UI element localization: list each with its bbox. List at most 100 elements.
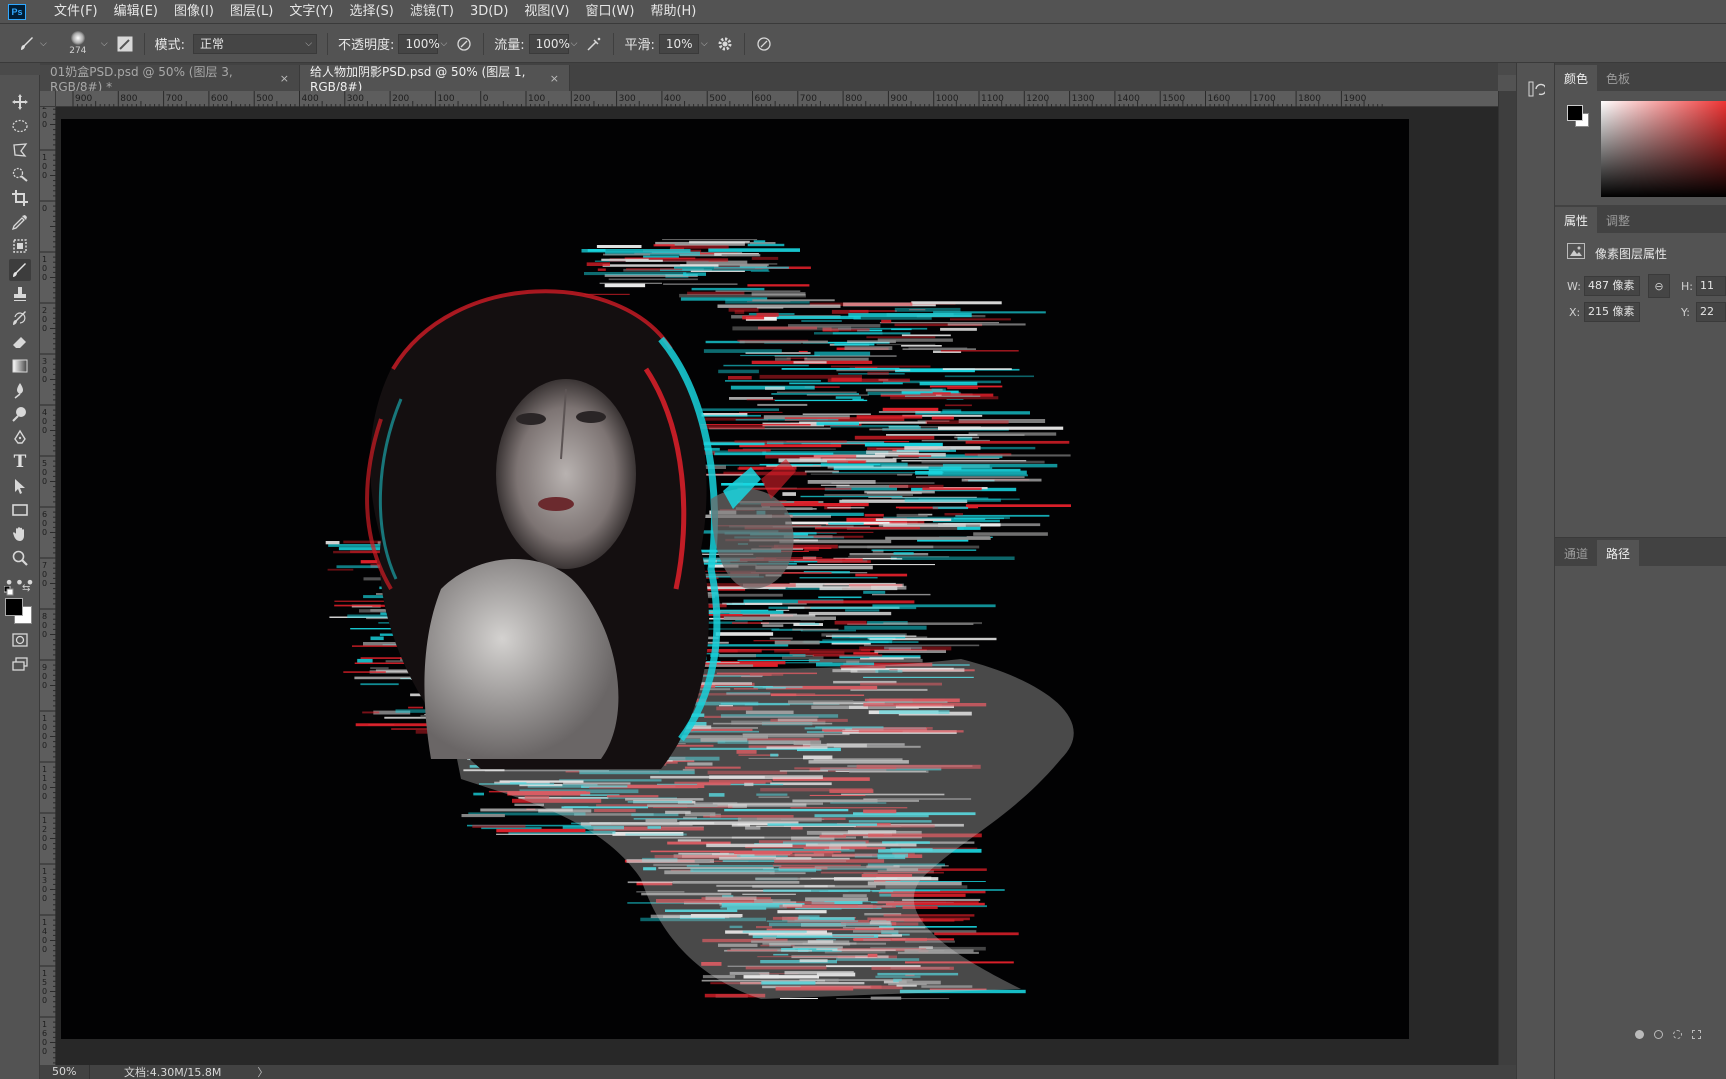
brush-tool-preset-icon[interactable]: [18, 35, 36, 53]
pressure-size-icon[interactable]: [755, 35, 773, 53]
stamp-tool-icon[interactable]: [9, 283, 31, 305]
menu-select[interactable]: 选择(S): [341, 0, 401, 24]
status-menu-arrow[interactable]: 〉: [257, 1064, 268, 1079]
crop-tool-icon[interactable]: [9, 187, 31, 209]
default-colors-icon[interactable]: [3, 585, 14, 596]
type-tool-icon[interactable]: T: [9, 451, 31, 473]
opacity-label: 不透明度:: [338, 38, 395, 53]
brush-size-picker[interactable]: 274: [59, 27, 97, 61]
menu-edit[interactable]: 编辑(E): [106, 0, 166, 24]
pen-tool-icon[interactable]: [9, 427, 31, 449]
chevron-down-icon[interactable]: ⌵: [571, 39, 578, 49]
path-selection-tool-icon[interactable]: [9, 475, 31, 497]
tab-document-1[interactable]: 01奶盒PSD.psd @ 50% (图层 3, RGB/8#) * ×: [40, 65, 300, 94]
airbrush-icon[interactable]: [585, 35, 603, 53]
make-path-icon[interactable]: [1692, 1030, 1701, 1039]
chevron-down-icon[interactable]: ⌵: [40, 39, 47, 49]
ruler-vertical-ticks: 2001000100200300400500600700800900100011…: [40, 98, 56, 1064]
tab-paths[interactable]: 路径: [1597, 540, 1640, 566]
chevron-down-icon[interactable]: ⌵: [101, 39, 108, 49]
history-panel-icon[interactable]: [1527, 79, 1547, 99]
menu-image[interactable]: 图像(I): [166, 0, 222, 24]
ruler-label-digit: 0: [42, 468, 47, 477]
menu-view[interactable]: 视图(V): [516, 0, 577, 24]
smoothing-input[interactable]: 10%: [658, 33, 699, 54]
menu-window[interactable]: 窗口(W): [577, 0, 642, 24]
zoom-tool-icon[interactable]: [9, 547, 31, 569]
color-picker-field[interactable]: [1601, 101, 1726, 197]
ruler-label: 200: [392, 94, 409, 104]
dodge-tool-icon[interactable]: [9, 403, 31, 425]
brush-tool-icon[interactable]: [9, 259, 31, 281]
glitch-streak: [804, 547, 819, 551]
gear-icon[interactable]: [716, 35, 734, 53]
glitch-streak: [882, 407, 939, 411]
screen-mode-icon[interactable]: [9, 653, 31, 675]
gradient-tool-icon[interactable]: [9, 355, 31, 377]
tab-channels[interactable]: 通道: [1555, 540, 1597, 566]
opacity-input[interactable]: 100%: [398, 33, 440, 54]
menu-filter[interactable]: 滤镜(T): [402, 0, 462, 24]
height-field[interactable]: 11: [1696, 276, 1726, 296]
lasso-tool-icon[interactable]: [9, 139, 31, 161]
menu-3d[interactable]: 3D(D): [462, 0, 516, 24]
y-field[interactable]: 22: [1696, 302, 1726, 322]
panel-foreground-swatch[interactable]: [1567, 105, 1583, 121]
glitch-streak: [947, 323, 1026, 326]
tab-properties[interactable]: 属性: [1555, 207, 1598, 233]
vertical-scrollbar[interactable]: [1498, 91, 1516, 1065]
stroke-path-icon[interactable]: [1654, 1030, 1663, 1039]
x-field[interactable]: 215 像素: [1584, 302, 1640, 322]
tab-adjustments[interactable]: 调整: [1597, 207, 1639, 233]
zoom-level[interactable]: 50%: [40, 1065, 90, 1079]
chevron-down-icon[interactable]: ⌵: [701, 39, 708, 49]
quick-mask-icon[interactable]: [9, 629, 31, 651]
ruler-horizontal[interactable]: 900 800 700 600 500 400 300 200 100 0 100 200 300 400…: [56, 91, 1498, 107]
marquee-tool-icon[interactable]: [9, 115, 31, 137]
glitch-portrait-artwork: [325, 239, 1074, 1000]
document-canvas[interactable]: [61, 119, 1409, 1039]
menu-layer[interactable]: 图层(L): [222, 0, 281, 24]
close-icon[interactable]: ×: [280, 72, 289, 85]
glitch-streak: [603, 253, 651, 256]
glitch-streak: [938, 426, 1064, 430]
glitch-streak: [728, 376, 752, 380]
load-selection-icon[interactable]: [1673, 1030, 1682, 1039]
mode-select[interactable]: 正常 ⌵: [193, 33, 318, 54]
foreground-color-swatch[interactable]: [5, 598, 23, 616]
close-icon[interactable]: ×: [550, 72, 559, 85]
eraser-tool-icon[interactable]: [9, 331, 31, 353]
blur-tool-icon[interactable]: [9, 379, 31, 401]
width-field[interactable]: 487 像素: [1584, 276, 1640, 296]
fill-path-icon[interactable]: [1635, 1030, 1644, 1039]
smoothing-value: 10%: [665, 36, 693, 51]
tab-swatches[interactable]: 色板: [1597, 65, 1639, 91]
glitch-streak: [925, 420, 1009, 424]
glitch-streak: [965, 440, 1070, 444]
flow-input[interactable]: 100%: [528, 33, 570, 54]
ruler-origin[interactable]: [40, 91, 56, 107]
frame-tool-icon[interactable]: [9, 235, 31, 257]
menu-help[interactable]: 帮助(H): [642, 0, 704, 24]
menu-type[interactable]: 文字(Y): [281, 0, 341, 24]
tab-color[interactable]: 颜色: [1555, 65, 1598, 91]
brush-panel-icon[interactable]: [116, 35, 134, 53]
ruler-label-digit: 0: [42, 111, 47, 120]
glitch-streak: [827, 378, 910, 382]
pressure-opacity-icon[interactable]: [455, 35, 473, 53]
ruler-label-digit: 0: [42, 723, 47, 732]
tab-document-2[interactable]: 给人物加阴影PSD.psd @ 50% (图层 1, RGB/8#) ×: [300, 65, 570, 94]
swap-colors-icon[interactable]: ⇆: [22, 583, 30, 594]
rectangle-tool-icon[interactable]: [9, 499, 31, 521]
eyedropper-tool-icon[interactable]: [9, 211, 31, 233]
canvas-area[interactable]: [56, 107, 1498, 1065]
quick-selection-tool-icon[interactable]: [9, 163, 31, 185]
ruler-vertical[interactable]: 2001000100200300400500600700800900100011…: [40, 98, 56, 1065]
history-brush-tool-icon[interactable]: [9, 307, 31, 329]
hand-tool-icon[interactable]: [9, 523, 31, 545]
ruler-label-digit: 1: [42, 816, 47, 825]
menu-file[interactable]: 文件(F): [46, 0, 106, 24]
link-icon[interactable]: ⊖: [1648, 274, 1670, 298]
chevron-down-icon[interactable]: ⌵: [440, 39, 447, 49]
move-tool-icon[interactable]: [9, 91, 31, 113]
